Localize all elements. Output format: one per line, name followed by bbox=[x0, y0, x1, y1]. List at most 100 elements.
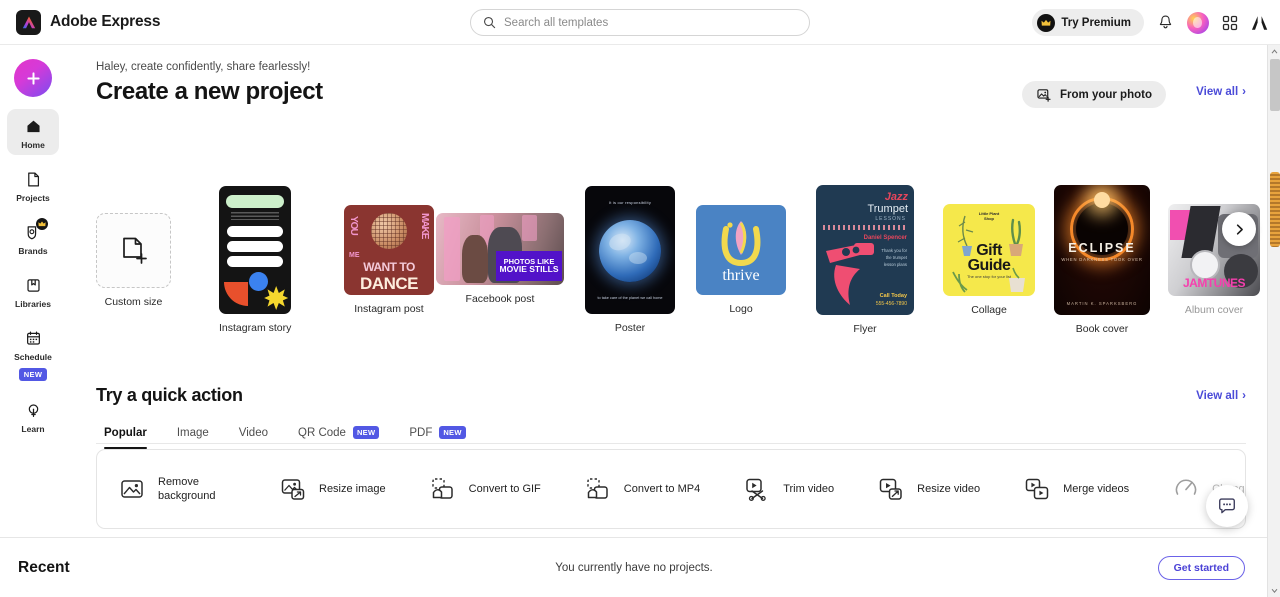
template-card-label: Poster bbox=[614, 322, 646, 334]
instagram-story-thumb bbox=[219, 186, 292, 314]
tab-qr-code[interactable]: QR Code NEW bbox=[283, 420, 394, 449]
new-badge: NEW bbox=[439, 426, 466, 439]
bell-icon[interactable] bbox=[1157, 14, 1174, 31]
library-icon bbox=[23, 275, 43, 295]
get-started-button[interactable]: Get started bbox=[1157, 555, 1245, 580]
template-carousel: Custom size Instagram story YOU ME MAKE … bbox=[66, 165, 1268, 365]
sidebar-item-projects[interactable]: Projects bbox=[7, 162, 59, 208]
logo-thumb: thrive bbox=[696, 205, 786, 295]
tab-image[interactable]: Image bbox=[162, 421, 224, 449]
quick-action-label: Resize video bbox=[917, 482, 981, 495]
quick-action-trim-video[interactable]: Trim video bbox=[722, 450, 856, 528]
avatar[interactable] bbox=[1187, 11, 1209, 34]
recent-empty-message: You currently have no projects. bbox=[555, 561, 713, 574]
remove-background-icon bbox=[121, 480, 143, 498]
scrollbar-thumb-secondary[interactable] bbox=[1269, 172, 1280, 247]
brand-icon bbox=[23, 218, 48, 242]
poster-thumb: It is our responsibility to take care of… bbox=[585, 186, 675, 314]
trim-video-icon bbox=[746, 478, 766, 501]
page-scrollbar[interactable] bbox=[1267, 45, 1280, 597]
sidebar: Home Projects Brands Libraries Schedule … bbox=[0, 45, 66, 597]
quick-action-label: Convert to MP4 bbox=[623, 482, 701, 495]
template-card-label: Book cover bbox=[1075, 323, 1129, 335]
page-add-icon bbox=[122, 237, 147, 264]
carousel-next-button[interactable] bbox=[1222, 212, 1256, 246]
chevron-right-icon: › bbox=[1242, 86, 1246, 98]
quick-action-label: Trim video bbox=[783, 482, 835, 495]
page-title: Create a new project bbox=[96, 78, 323, 105]
change-speed-icon bbox=[1175, 479, 1197, 495]
template-card-book-cover[interactable]: ECLIPSE WHEN DARKNESS TOOK OVER MARTIN K… bbox=[1054, 185, 1150, 335]
template-card-label: Flyer bbox=[853, 323, 877, 335]
facebook-post-thumb: PHOTOS LIKE MOVIE STILLS bbox=[436, 213, 564, 285]
adobe-logo-icon[interactable] bbox=[1251, 15, 1268, 31]
convert-gif-icon bbox=[431, 478, 453, 499]
tab-label: PDF bbox=[409, 426, 433, 439]
quick-action-label: Merge videos bbox=[1063, 482, 1130, 495]
search-input[interactable]: Search all templates bbox=[470, 9, 810, 36]
quick-action-remove-background[interactable]: Remove background bbox=[97, 450, 258, 528]
adobe-express-logo-icon bbox=[16, 9, 41, 35]
template-card-label: Album cover bbox=[1184, 304, 1244, 316]
template-card-collage[interactable]: Little Plant Shop Gift Guide The one sto… bbox=[943, 204, 1035, 316]
quick-action-convert-to-mp4[interactable]: Convert to MP4 bbox=[563, 450, 722, 528]
recent-bar: Recent You currently have no projects. G… bbox=[0, 537, 1268, 597]
template-card-instagram-post[interactable]: YOU ME MAKE WANT TO DANCE Instagram post bbox=[344, 205, 434, 315]
convert-mp4-icon bbox=[587, 478, 608, 499]
scroll-down-arrow[interactable] bbox=[1268, 584, 1280, 597]
quick-action-label: Convert to GIF bbox=[468, 482, 541, 495]
brand-home-link[interactable]: Adobe Express bbox=[16, 9, 160, 35]
resize-video-icon bbox=[879, 478, 902, 500]
quick-actions-view-all-link[interactable]: View all › bbox=[1196, 390, 1246, 402]
scrollbar-thumb[interactable] bbox=[1269, 59, 1280, 111]
tab-pdf[interactable]: PDF NEW bbox=[394, 420, 480, 449]
sidebar-item-learn[interactable]: Learn bbox=[7, 393, 59, 439]
tab-popular[interactable]: Popular bbox=[96, 421, 162, 449]
templates-view-all-link[interactable]: View all › bbox=[1196, 86, 1246, 98]
sidebar-item-label: Learn bbox=[21, 424, 45, 434]
tabs-divider bbox=[96, 443, 1246, 444]
greeting-text: Haley, create confidently, share fearles… bbox=[96, 61, 311, 73]
sidebar-item-home[interactable]: Home bbox=[7, 109, 59, 155]
quick-action-resize-image[interactable]: Resize image bbox=[258, 450, 408, 528]
chevron-right-icon: › bbox=[1242, 390, 1246, 402]
view-all-label: View all bbox=[1196, 390, 1239, 402]
create-new-button[interactable] bbox=[14, 59, 52, 97]
quick-action-resize-video[interactable]: Resize video bbox=[856, 450, 1002, 528]
template-card-label: Custom size bbox=[104, 296, 163, 308]
new-badge: NEW bbox=[352, 426, 380, 439]
chevron-right-icon bbox=[1236, 223, 1243, 235]
try-premium-button[interactable]: Try Premium bbox=[1032, 9, 1144, 36]
sidebar-item-libraries[interactable]: Libraries bbox=[7, 268, 59, 314]
calendar-icon bbox=[23, 328, 43, 348]
app-grid-icon[interactable] bbox=[1222, 15, 1238, 31]
tab-label: Video bbox=[238, 426, 268, 439]
file-icon bbox=[23, 169, 43, 189]
template-card-custom-size[interactable]: Custom size bbox=[96, 213, 171, 308]
sidebar-item-brands[interactable]: Brands bbox=[7, 215, 59, 261]
view-all-label: View all bbox=[1196, 86, 1239, 98]
scroll-up-arrow[interactable] bbox=[1268, 45, 1280, 58]
quick-action-label: Resize image bbox=[319, 482, 386, 495]
template-card-facebook-post[interactable]: PHOTOS LIKE MOVIE STILLS Facebook post bbox=[436, 213, 564, 305]
template-card-poster[interactable]: It is our responsibility to take care of… bbox=[585, 186, 675, 334]
template-card-label: Facebook post bbox=[465, 293, 535, 305]
quick-action-convert-to-gif[interactable]: Convert to GIF bbox=[408, 450, 563, 528]
top-bar: Adobe Express Search all templates Try P… bbox=[0, 0, 1280, 45]
sidebar-item-label: Schedule bbox=[14, 352, 52, 362]
chat-bubble-icon bbox=[1219, 498, 1235, 514]
from-your-photo-button[interactable]: From your photo bbox=[1022, 81, 1166, 108]
home-icon bbox=[23, 116, 43, 136]
instagram-post-thumb: YOU ME MAKE WANT TO DANCE bbox=[344, 205, 434, 295]
tab-video[interactable]: Video bbox=[224, 421, 283, 449]
tab-label: Popular bbox=[104, 426, 147, 439]
template-card-logo[interactable]: thrive Logo bbox=[696, 205, 786, 315]
top-bar-actions: Try Premium bbox=[1032, 0, 1268, 45]
quick-action-merge-videos[interactable]: Merge videos bbox=[1002, 450, 1151, 528]
sidebar-item-schedule[interactable]: Schedule NEW bbox=[7, 321, 59, 386]
chat-support-button[interactable] bbox=[1206, 485, 1248, 527]
template-card-instagram-story[interactable]: Instagram story bbox=[219, 186, 291, 334]
template-card-flyer[interactable]: Jazz Trumpet LESSONS Daniel Spencer Than… bbox=[816, 185, 914, 335]
sidebar-item-label: Libraries bbox=[15, 299, 51, 309]
quick-action-label: Remove background bbox=[158, 475, 216, 502]
